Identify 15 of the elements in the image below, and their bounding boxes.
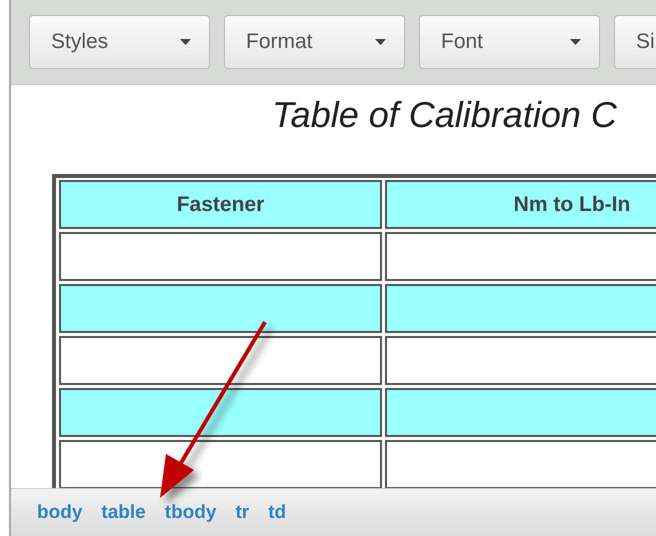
document-title: Table of Calibration C bbox=[271, 93, 618, 137]
element-path-link[interactable]: table bbox=[101, 502, 146, 524]
dropdown-button[interactable]: Format bbox=[224, 15, 405, 69]
element-path-link[interactable]: td bbox=[268, 502, 286, 524]
element-path-link[interactable]: tbody bbox=[164, 502, 216, 524]
dropdown-button[interactable]: Font bbox=[419, 15, 600, 69]
table-header-cell: Fastener bbox=[59, 180, 382, 229]
table-header-cell: Nm to Lb-In bbox=[385, 180, 656, 229]
caret-icon bbox=[180, 39, 191, 45]
element-path-link[interactable]: body bbox=[37, 502, 82, 524]
element-path-link[interactable]: tr bbox=[235, 502, 250, 524]
dropdown-button[interactable]: Si bbox=[614, 15, 656, 69]
caret-icon bbox=[375, 39, 386, 45]
caret-icon bbox=[570, 39, 581, 45]
dropdown-button[interactable]: Styles bbox=[29, 15, 210, 69]
